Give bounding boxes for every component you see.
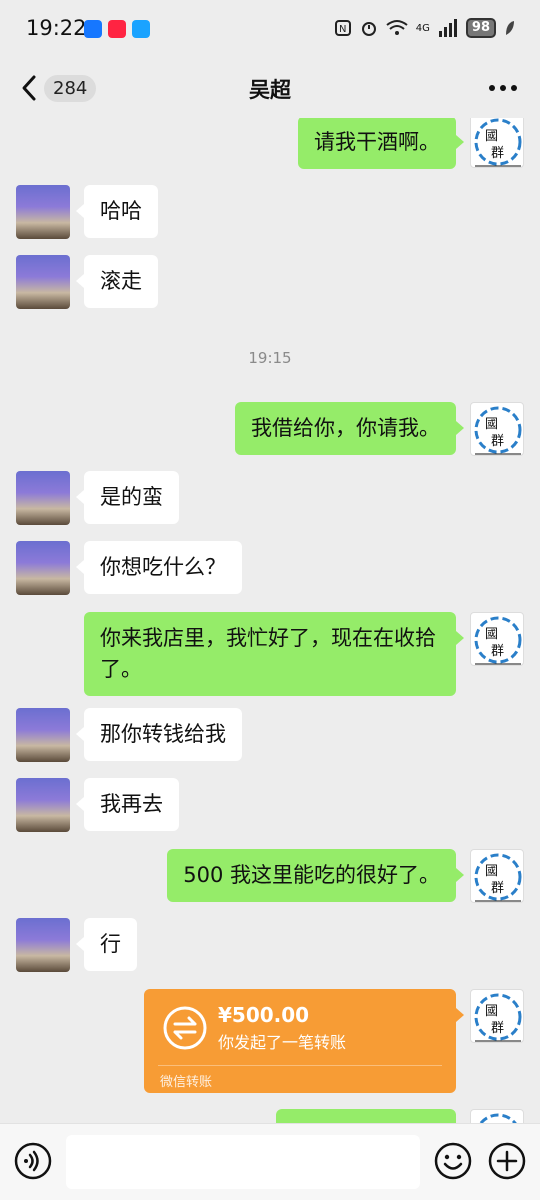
svg-text:群: 群 bbox=[491, 644, 504, 659]
message-bubble-received[interactable]: 我再去 bbox=[76, 778, 179, 831]
svg-text:國: 國 bbox=[485, 864, 498, 879]
svg-text:N: N bbox=[339, 24, 346, 35]
svg-text:國: 國 bbox=[485, 627, 498, 642]
message-bubble-sent[interactable]: 我借给你，你请我。 bbox=[235, 402, 464, 455]
message-input[interactable] bbox=[66, 1135, 420, 1189]
message-bubble-sent[interactable]: 500 我这里能吃的很好了。 bbox=[167, 849, 464, 902]
svg-text:國: 國 bbox=[485, 1004, 498, 1019]
status-bar: 19:22 N 4G 98 bbox=[0, 0, 540, 58]
nfc-icon: N bbox=[334, 20, 351, 36]
leaf-icon bbox=[506, 21, 514, 35]
blue-app-icon bbox=[132, 20, 150, 38]
contact-avatar[interactable] bbox=[16, 778, 70, 832]
svg-text:群: 群 bbox=[491, 1021, 504, 1036]
svg-text:群: 群 bbox=[491, 146, 504, 161]
contact-avatar[interactable] bbox=[16, 255, 70, 309]
message-bubble-received[interactable]: 哈哈 bbox=[76, 185, 158, 238]
battery-level: 98 bbox=[465, 18, 496, 38]
alipay-icon bbox=[84, 20, 102, 38]
message-bubble-sent-partial[interactable] bbox=[276, 1109, 456, 1123]
chevron-left-icon[interactable] bbox=[18, 74, 42, 102]
svg-text:國: 國 bbox=[485, 417, 498, 432]
message-list[interactable]: 请我干酒啊。 國群 哈哈 滚走 19:15 我借给你，你请我。 國群 是的蛮 你… bbox=[0, 118, 540, 1123]
unread-count-badge[interactable]: 284 bbox=[44, 75, 97, 102]
status-indicators: N 4G 98 bbox=[334, 18, 516, 38]
message-bubble-received[interactable]: 行 bbox=[76, 918, 137, 971]
my-avatar[interactable]: 國群 bbox=[470, 989, 524, 1043]
message-bubble-received[interactable]: 那你转钱给我 bbox=[76, 708, 242, 761]
message-timestamp: 19:15 bbox=[248, 349, 292, 367]
my-avatar[interactable]: 國群 bbox=[470, 402, 524, 456]
transfer-source-label: 微信转账 bbox=[160, 1075, 213, 1090]
transfer-divider bbox=[158, 1065, 442, 1066]
red-app-icon bbox=[108, 20, 126, 38]
voice-icon[interactable] bbox=[14, 1142, 52, 1180]
status-app-icons bbox=[84, 20, 150, 38]
contact-avatar[interactable] bbox=[16, 708, 70, 762]
transfer-description: 你发起了一笔转账 bbox=[218, 1033, 347, 1052]
transfer-card[interactable]: ¥500.00 你发起了一笔转账 微信转账 bbox=[144, 989, 464, 1093]
wifi-icon bbox=[386, 20, 408, 35]
input-bar bbox=[0, 1123, 540, 1200]
svg-text:群: 群 bbox=[491, 434, 504, 449]
contact-avatar[interactable] bbox=[16, 918, 70, 972]
contact-avatar[interactable] bbox=[16, 541, 70, 595]
contact-avatar[interactable] bbox=[16, 471, 70, 525]
my-avatar[interactable]: 國群 bbox=[470, 612, 524, 666]
transfer-amount: ¥500.00 bbox=[218, 1003, 310, 1027]
emoji-icon[interactable] bbox=[434, 1142, 472, 1180]
alarm-icon bbox=[361, 22, 376, 36]
my-avatar[interactable]: 國群 bbox=[470, 118, 524, 168]
my-avatar[interactable]: 國群 bbox=[470, 849, 524, 903]
signal-icon bbox=[438, 19, 457, 37]
transfer-arrows-icon bbox=[163, 1006, 207, 1050]
message-bubble-received[interactable]: 是的蛮 bbox=[76, 471, 179, 524]
svg-text:國: 國 bbox=[485, 129, 498, 144]
contact-avatar[interactable] bbox=[16, 185, 70, 239]
network-type: 4G bbox=[415, 22, 430, 34]
my-avatar[interactable] bbox=[470, 1109, 524, 1123]
message-bubble-received[interactable]: 滚走 bbox=[76, 255, 158, 308]
message-bubble-received[interactable]: 你想吃什么？ bbox=[76, 541, 242, 594]
message-bubble-sent[interactable]: 请我干酒啊。 bbox=[298, 118, 464, 169]
chat-header: 284 吴超 bbox=[0, 58, 540, 118]
message-bubble-sent[interactable]: 你来我店里，我忙好了，现在在收拾了。 bbox=[84, 612, 464, 696]
svg-text:群: 群 bbox=[491, 881, 504, 896]
status-time: 19:22 bbox=[26, 16, 87, 40]
plus-icon[interactable] bbox=[488, 1142, 526, 1180]
more-dots-icon[interactable] bbox=[488, 78, 518, 98]
